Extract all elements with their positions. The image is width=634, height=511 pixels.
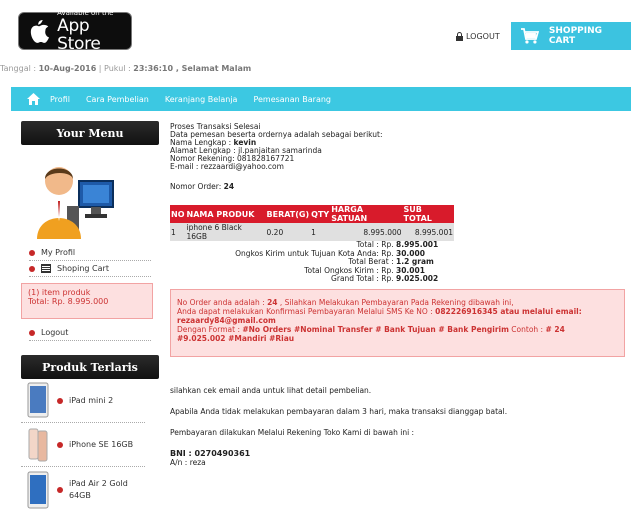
time-value: 23:36:10 , Selamat Malam [133,64,252,73]
bottom-line-2: Apabila Anda tidak melakukan pembayaran … [170,407,508,416]
best-seller-title: Produk Terlaris [21,355,159,379]
product-name: iPhone SE 16GB [69,439,134,449]
bullet-icon [29,249,35,256]
cell-no: 1 [170,223,186,241]
bottom-info: silahkan cek email anda untuk lihat deta… [170,386,625,467]
menu-logout[interactable]: Logout [29,325,151,341]
bullet-icon [57,441,63,448]
order-number-value: 24 [223,182,235,191]
ipad-air-thumbnail-icon [27,471,49,509]
header-berat: BERAT(G) [265,205,311,223]
grand-total-line: Grand Total : Rp. 9.025.002 [170,274,454,284]
table-header-row: NO NAMA PRODUK BERAT(G) QTY HARGA SATUAN… [170,205,454,223]
apple-logo-icon [30,20,50,43]
payment-line-2: Anda dapat melakukan Konfirmasi Pembayar… [177,307,618,316]
payment-line-1a: No Order anda adalah : [177,298,268,307]
menu-my-profil[interactable]: My Profil [29,245,151,261]
payment-line-2a: Anda dapat melakukan Konfirmasi Pembayar… [177,307,436,316]
logout-label: LOGOUT [466,32,500,41]
payment-instructions-box: No Order anda adalah : 24 , Silahkan Mel… [170,289,625,357]
date-label: Tanggal : [0,64,39,73]
totals-block: Total : Rp. 8.995.001 Ongkos Kirim untuk… [170,240,454,284]
cart-icon [521,28,539,44]
payment-format: #No Orders #Nominal Transfer # Bank Tuju… [242,325,509,334]
table-row: 1 iphone 6 Black 16GB 0.20 1 8.995.000 8… [170,223,454,241]
payment-line-1b: , Silahkan Melakukan Pembayaran Pada Rek… [277,298,514,307]
payment-sms-number: 082226916345 atau melalui email: [435,307,582,316]
menu-shoping-cart[interactable]: Shoping Cart [29,261,151,277]
logout-link[interactable]: LOGOUT [456,32,500,41]
menu-shoping-cart-label: Shoping Cart [57,264,109,273]
grand-total-label: Grand Total : Rp. [331,274,394,283]
nav-keranjang-belanja[interactable]: Keranjang Belanja [165,95,238,104]
order-details: Proses Transaksi Selesai Data pemesan be… [170,123,625,284]
header-qty: QTY [310,205,331,223]
header-sub-total: SUB TOTAL [402,205,454,223]
account-name: A/n : reza [170,458,206,467]
product-name: iPad mini 2 [69,395,114,405]
product-item[interactable]: iPad mini 2 [21,379,145,423]
app-store-big: App Store [57,16,101,54]
grand-total-value: 9.025.002 [396,274,439,283]
payment-format-label: Dengan Format : [177,325,243,334]
header-nama-produk: NAMA PRODUK [185,205,266,223]
nav-cara-pembelian[interactable]: Cara Pembelian [86,95,149,104]
payment-email: rezaardy84@gmail.com [177,316,276,325]
bullet-icon [57,397,63,404]
main-navbar: Profil Cara Pembelian Keranjang Belanja … [11,87,631,111]
order-number-label: Nomor Order: [170,182,224,191]
shopping-cart-button[interactable]: SHOPPING CART [511,22,631,50]
date-line: Tanggal : 10-Aug-2016 | Pukul : 23:36:10… [0,64,251,73]
product-item[interactable]: iPad Air 2 Gold 64GB [21,467,145,511]
cell-berat: 0.20 [265,223,311,241]
customer-email: E-mail : rezzaardi@yahoo.com [170,162,284,171]
payment-line-5: #9.025.002 #Mandiri #Riau [177,334,618,343]
order-number: Nomor Order: 24 [170,183,625,191]
bank-account: BNI : 0270490361 [170,449,251,458]
payment-order-no: 24 [267,298,278,307]
cart-item-count: (1) item produk [28,288,91,297]
payment-line-4: Dengan Format : #No Orders #Nominal Tran… [177,325,618,334]
menu-logout-label: Logout [41,328,69,337]
shopping-cart-label: SHOPPING CART [548,26,603,46]
payment-example-start: # 24 [545,325,565,334]
home-icon[interactable] [27,93,40,105]
bullet-icon [29,265,35,272]
bullet-icon [57,487,63,493]
bottom-line-1: silahkan cek email anda untuk lihat deta… [170,386,372,395]
cell-nama-produk: iphone 6 Black 16GB [185,223,266,241]
payment-example-label: Contoh : [508,325,546,334]
product-item[interactable]: iPhone SE 16GB [21,423,145,467]
product-name-line1: iPad Air 2 Gold [69,479,128,488]
nav-profil[interactable]: Profil [50,95,70,104]
date-value: 10-Aug-2016 [38,64,97,73]
sidebar: Your Menu My Profil Shoping Cart (1) ite… [21,121,159,511]
cart-summary-box: (1) item produk Total: Rp. 8.995.000 [21,283,153,319]
payment-line-3: rezaardy84@gmail.com [177,316,618,325]
cell-qty: 1 [310,223,331,241]
app-store-badge[interactable]: Available on the App Store [18,9,132,53]
cell-harga-satuan: 8.995.000 [330,223,403,241]
cart-list-icon [41,264,51,273]
header-harga-satuan: HARGA SATUAN [330,205,403,223]
menu-my-profil-label: My Profil [41,248,76,257]
app-store-text: Available on the App Store [57,9,131,53]
payment-line-1: No Order anda adalah : 24 , Silahkan Mel… [177,298,618,307]
cell-sub-total: 8.995.001 [402,223,454,241]
product-name-line2: 64GB [69,491,91,500]
your-menu-title: Your Menu [21,121,159,145]
header-no: NO [170,205,186,223]
order-table: NO NAMA PRODUK BERAT(G) QTY HARGA SATUAN… [170,205,454,241]
lock-icon [456,32,463,41]
time-separator: | Pukul : [96,64,134,73]
bottom-line-3: Pembayaran dilakukan Melalui Rekening To… [170,428,415,437]
nav-pemesanan-barang[interactable]: Pemesanan Barang [253,95,331,104]
iphone-se-thumbnail-icon [28,428,48,461]
user-avatar-icon [37,167,114,239]
product-name: iPad Air 2 Gold 64GB [69,478,128,502]
cart-total: Total: Rp. 8.995.000 [28,297,109,306]
ipad-mini-thumbnail-icon [27,382,49,417]
bullet-icon [29,329,35,336]
payment-example-end: #9.025.002 #Mandiri #Riau [177,334,295,343]
